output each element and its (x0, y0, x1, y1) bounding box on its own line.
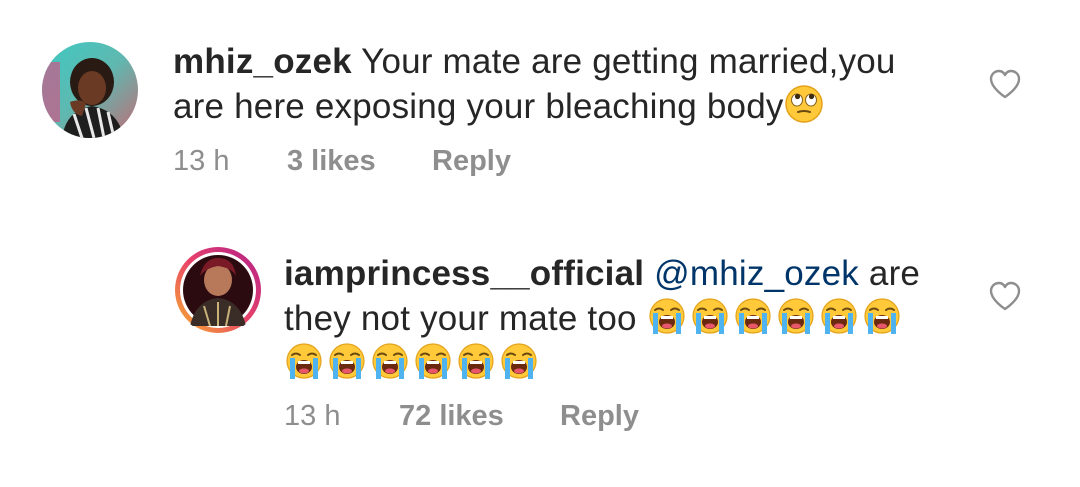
avatar[interactable] (42, 42, 138, 138)
comment-text-line-2: they not your mate too (284, 299, 637, 338)
loudly-crying-face-icon (456, 341, 496, 381)
comment-likes[interactable]: 72 likes (399, 399, 504, 433)
loudly-crying-face-icon (327, 341, 367, 381)
comment-text-line-1: Your mate are getting married,you (361, 42, 896, 81)
mention-link[interactable]: @mhiz_ozek (654, 254, 859, 293)
loudly-crying-face-icon (733, 296, 773, 336)
face-with-rolling-eyes-icon (784, 84, 824, 124)
comment-2: iamprincess__official @mhiz_ozek are the… (0, 200, 1080, 487)
loudly-crying-face-icon (690, 296, 730, 336)
comment-1: mhiz_ozek Your mate are getting married,… (0, 0, 1080, 200)
loudly-crying-face-icon (499, 341, 539, 381)
loudly-crying-face-icon (370, 341, 410, 381)
comment-text-line-1: are (868, 254, 921, 293)
loudly-crying-face-icon (413, 341, 453, 381)
comment-username[interactable]: mhiz_ozek (173, 42, 352, 81)
loudly-crying-face-icon (819, 296, 859, 336)
comment-username[interactable]: iamprincess__official (284, 254, 644, 293)
comment-text: mhiz_ozek Your mate are getting married,… (173, 40, 933, 129)
heart-icon[interactable] (988, 280, 1022, 312)
heart-icon[interactable] (988, 68, 1022, 100)
avatar[interactable] (174, 246, 262, 334)
loudly-crying-face-icon (284, 341, 324, 381)
comment-time: 13 h (173, 145, 230, 177)
emoji-row (284, 341, 542, 383)
comment-time: 13 h (284, 400, 341, 432)
comment-meta: 13 h 3 likes Reply (173, 144, 573, 178)
loudly-crying-face-icon (647, 296, 687, 336)
loudly-crying-face-icon (862, 296, 902, 336)
comment-meta: 13 h 72 likes Reply (284, 399, 734, 433)
reply-button[interactable]: Reply (560, 399, 639, 433)
comment-text: iamprincess__official @mhiz_ozek are the… (284, 252, 964, 386)
reply-button[interactable]: Reply (432, 144, 511, 178)
emoji-row (647, 296, 905, 338)
comment-text-line-2: are here exposing your bleaching body (173, 87, 784, 126)
loudly-crying-face-icon (776, 296, 816, 336)
comment-likes[interactable]: 3 likes (287, 144, 376, 178)
